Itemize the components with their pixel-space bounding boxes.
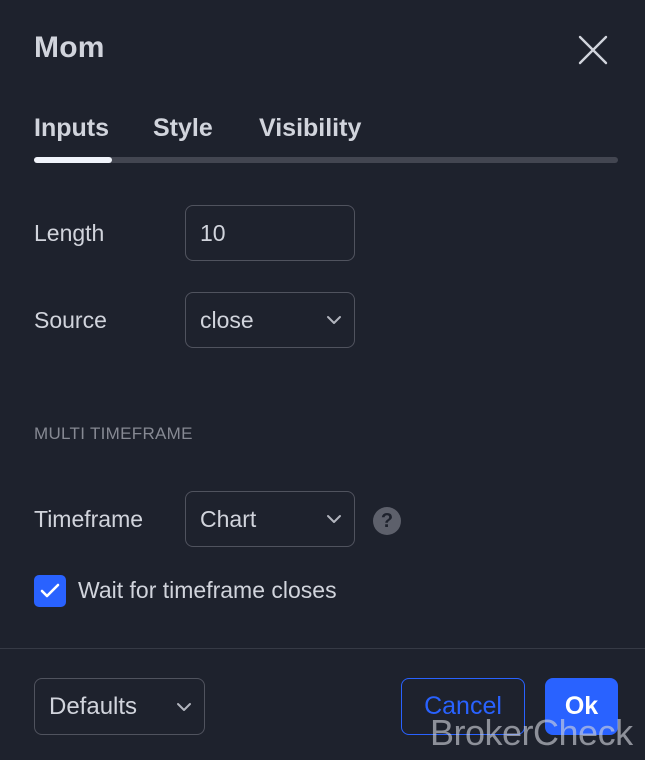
length-label: Length — [34, 220, 105, 246]
chevron-down-icon — [327, 316, 341, 324]
length-input[interactable]: 10 — [185, 205, 355, 261]
cancel-button[interactable]: Cancel — [401, 678, 525, 735]
ok-button[interactable]: Ok — [545, 678, 618, 735]
chevron-down-icon — [177, 703, 191, 711]
length-input-value: 10 — [200, 220, 226, 246]
timeframe-label: Timeframe — [34, 506, 144, 532]
footer-divider — [0, 648, 645, 649]
source-label: Source — [34, 307, 107, 333]
section-title-multi-timeframe: MULTI TIMEFRAME — [34, 424, 193, 443]
source-select-value: close — [200, 307, 254, 333]
close-icon — [578, 35, 608, 65]
indicator-settings-dialog: Mom Inputs Style Visibility Length 10 So… — [0, 0, 645, 760]
help-icon[interactable]: ? — [373, 507, 401, 535]
timeframe-select[interactable]: Chart — [185, 491, 355, 547]
wait-timeframe-label[interactable]: Wait for timeframe closes — [78, 577, 337, 604]
defaults-label: Defaults — [49, 693, 138, 720]
wait-timeframe-checkbox[interactable] — [34, 575, 66, 607]
tab-visibility[interactable]: Visibility — [259, 114, 361, 143]
timeframe-select-value: Chart — [200, 506, 257, 532]
checkmark-icon — [40, 583, 60, 598]
close-button[interactable] — [575, 32, 611, 68]
defaults-dropdown-button[interactable]: Defaults — [34, 678, 205, 735]
tab-inputs[interactable]: Inputs — [34, 114, 109, 143]
tab-active-indicator — [34, 157, 112, 163]
chevron-down-icon — [327, 515, 341, 523]
tab-style[interactable]: Style — [153, 114, 213, 143]
source-select[interactable]: close — [185, 292, 355, 348]
tab-track — [34, 157, 618, 163]
dialog-title: Mom — [34, 31, 105, 64]
